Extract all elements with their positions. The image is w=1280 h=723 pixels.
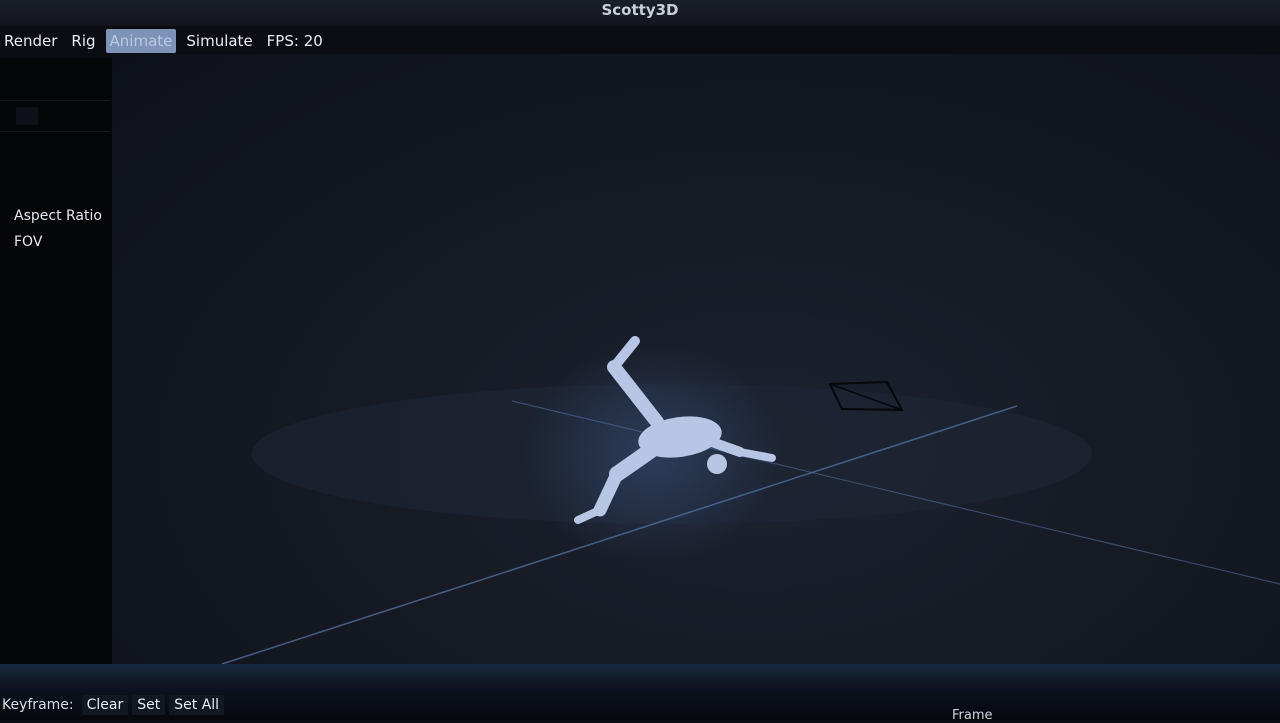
mode-tab-animate[interactable]: Animate — [105, 29, 177, 53]
keyframe-label: Keyframe: — [2, 697, 74, 713]
sidebar-swatch — [16, 107, 38, 125]
aspect-ratio-label: Aspect Ratio — [14, 208, 102, 224]
frame-label: Frame — [952, 708, 993, 723]
mode-tab-render[interactable]: Render — [0, 29, 61, 53]
set-keyframe-button[interactable]: Set — [132, 695, 166, 715]
window-titlebar: Scotty3D — [0, 0, 1280, 26]
3d-viewport[interactable] — [112, 54, 1280, 664]
fov-label: FOV — [14, 234, 43, 250]
clear-keyframe-button[interactable]: Clear — [81, 695, 129, 715]
sidebar-slot — [0, 100, 110, 132]
mode-menubar: Render Rig Animate Simulate FPS: 20 — [0, 28, 560, 54]
set-all-keyframes-button[interactable]: Set All — [169, 695, 225, 715]
scene-canvas — [221, 336, 1280, 664]
app-title: Scotty3D — [601, 1, 679, 19]
keyframe-toolbar: Keyframe: Clear Set Set All — [0, 690, 1280, 720]
fps-counter: FPS: 20 — [266, 32, 323, 50]
properties-sidebar: Aspect Ratio FOV — [0, 58, 113, 664]
mode-tab-rig[interactable]: Rig — [67, 29, 99, 53]
mode-tab-simulate[interactable]: Simulate — [182, 29, 256, 53]
